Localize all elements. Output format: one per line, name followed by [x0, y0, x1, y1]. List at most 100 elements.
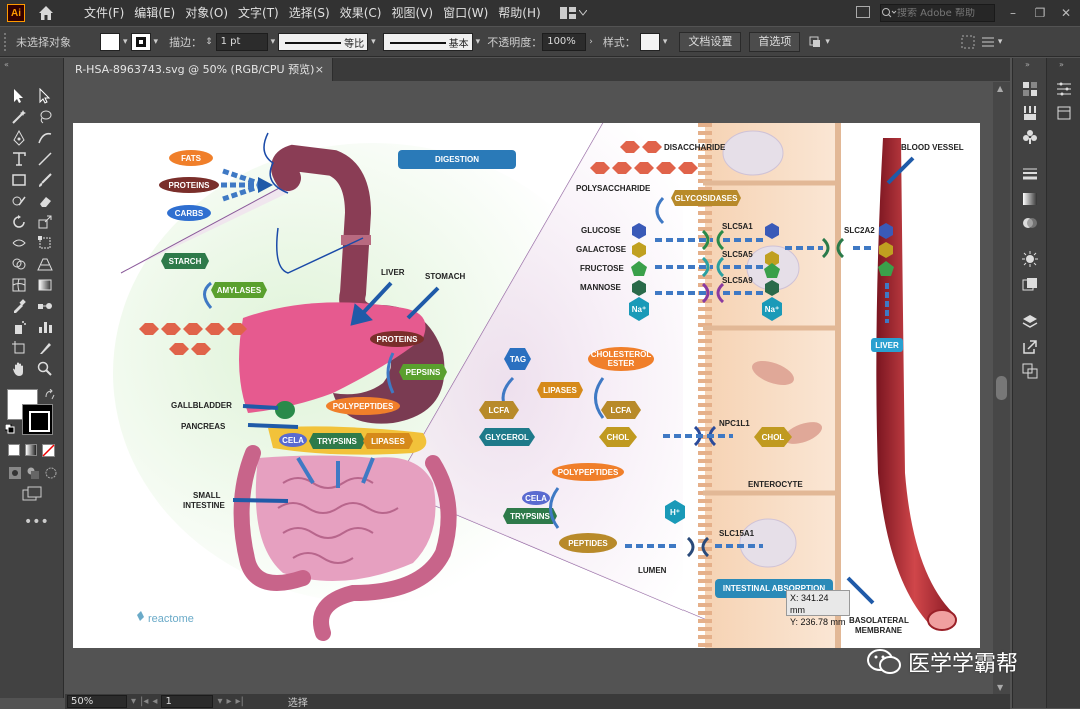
draw-behind-icon[interactable]	[26, 466, 40, 480]
zoom-dropdown-icon[interactable]: ▾	[131, 696, 136, 707]
menu-effect[interactable]: 效果(C)	[335, 0, 387, 26]
libraries-icon[interactable]	[1055, 104, 1073, 122]
scroll-thumb[interactable]	[996, 376, 1007, 400]
canvas-area[interactable]: FATS PROTEINS CARBS DIGESTION STARCH AMY…	[65, 82, 993, 694]
collapse-toolbar-icon[interactable]: «	[4, 60, 9, 69]
preferences-button[interactable]: 首选项	[749, 31, 801, 52]
menu-window[interactable]: 窗口(W)	[438, 0, 493, 26]
column-graph-tool-icon[interactable]	[34, 317, 56, 337]
stroke-weight-input[interactable]: 1 pt	[215, 32, 268, 51]
slice-tool-icon[interactable]	[34, 338, 56, 358]
brush-dropdown-icon[interactable]: ▾	[476, 37, 481, 47]
close-tab-icon[interactable]: ×	[315, 58, 324, 81]
line-tool-icon[interactable]	[34, 149, 56, 169]
stroke-panel-icon[interactable]	[1021, 164, 1039, 182]
shape-builder-tool-icon[interactable]	[8, 254, 30, 274]
help-search[interactable]	[880, 4, 995, 22]
gradient-mode-icon[interactable]	[25, 444, 37, 456]
type-tool-icon[interactable]	[8, 149, 30, 169]
draw-normal-icon[interactable]	[8, 466, 22, 480]
last-artboard-icon[interactable]: ▸|	[236, 696, 244, 707]
next-artboard-icon[interactable]: ▸	[226, 696, 231, 707]
maximize-button[interactable]: ❐	[1030, 4, 1050, 22]
stroke-color-swatch[interactable]	[130, 32, 151, 51]
free-transform-tool-icon[interactable]	[34, 233, 56, 253]
artboard-dropdown-icon[interactable]: ▾	[217, 696, 222, 707]
first-artboard-icon[interactable]: |◂	[140, 696, 148, 707]
edit-toolbar-icon[interactable]: •••	[24, 514, 49, 530]
artboard-tool-icon[interactable]	[8, 338, 30, 358]
gradient-tool-icon[interactable]	[34, 275, 56, 295]
mesh-tool-icon[interactable]	[8, 275, 30, 295]
stroke-weight-dropdown-icon[interactable]: ▾	[271, 37, 276, 47]
export-icon[interactable]	[1021, 338, 1039, 356]
previous-artboard-icon[interactable]: ◂	[152, 696, 157, 707]
scroll-up-icon[interactable]: ▲	[997, 84, 1003, 93]
stroke-weight-stepper-icon[interactable]: ⇕	[205, 37, 213, 47]
panel-grip[interactable]	[4, 32, 10, 51]
perspective-grid-tool-icon[interactable]	[34, 254, 56, 274]
close-button[interactable]: ✕	[1056, 4, 1076, 22]
selection-tool-icon[interactable]	[8, 86, 30, 106]
menu-object[interactable]: 对象(O)	[180, 0, 233, 26]
panel-menu-dropdown-icon[interactable]: ▾	[998, 37, 1003, 47]
zoom-tool-icon[interactable]	[34, 359, 56, 379]
search-input[interactable]	[897, 7, 987, 19]
properties-icon[interactable]	[1055, 80, 1073, 98]
default-colors-icon[interactable]	[5, 424, 15, 434]
color-guide-icon[interactable]	[1021, 80, 1039, 98]
eraser-tool-icon[interactable]	[34, 191, 56, 211]
vertical-scrollbar[interactable]: ▲ ▼	[993, 82, 1010, 694]
menu-view[interactable]: 视图(V)	[386, 0, 438, 26]
eyedropper-tool-icon[interactable]	[8, 296, 30, 316]
gradient-panel-icon[interactable]	[1021, 190, 1039, 208]
menu-type[interactable]: 文字(T)	[233, 0, 284, 26]
zoom-level-input[interactable]: 50%	[67, 695, 127, 708]
hand-tool-icon[interactable]	[8, 359, 30, 379]
screen-mode-icon[interactable]	[22, 486, 42, 502]
opacity-label[interactable]: 不透明度：	[487, 34, 542, 50]
minimize-button[interactable]: –	[1003, 4, 1023, 22]
profile-dropdown-icon[interactable]: ▾	[371, 37, 376, 47]
symbols-icon[interactable]	[1021, 128, 1039, 146]
opacity-input[interactable]: 100%	[542, 32, 587, 51]
fill-color-swatch[interactable]	[100, 32, 120, 51]
color-mode-icon[interactable]	[8, 444, 20, 456]
stroke-dropdown-icon[interactable]: ▾	[154, 37, 159, 47]
magic-wand-tool-icon[interactable]	[8, 107, 30, 127]
illustrator-logo-icon[interactable]: Ai	[7, 4, 25, 22]
brushes-icon[interactable]	[1021, 104, 1039, 122]
brush-definition[interactable]: 基本	[382, 32, 473, 51]
variable-width-profile[interactable]: 等比	[278, 32, 369, 51]
scroll-down-icon[interactable]: ▼	[997, 683, 1003, 692]
pen-tool-icon[interactable]	[8, 128, 30, 148]
rectangle-tool-icon[interactable]	[8, 170, 30, 190]
fill-dropdown-icon[interactable]: ▾	[123, 37, 128, 47]
home-icon[interactable]	[37, 4, 55, 22]
direct-selection-tool-icon[interactable]	[34, 86, 56, 106]
menu-help[interactable]: 帮助(H)	[493, 0, 545, 26]
artboard-number-input[interactable]: 1	[161, 695, 214, 708]
swap-colors-icon[interactable]	[44, 389, 56, 401]
blend-tool-icon[interactable]	[34, 296, 56, 316]
menu-file[interactable]: 文件(F)	[79, 0, 129, 26]
paintbrush-tool-icon[interactable]	[34, 170, 56, 190]
rotate-tool-icon[interactable]	[8, 212, 30, 232]
menu-select[interactable]: 选择(S)	[284, 0, 335, 26]
stroke-color-swatch[interactable]	[22, 404, 53, 435]
document-tab[interactable]: R-HSA-8963743.svg @ 50% (RGB/CPU 预览) ×	[65, 58, 333, 81]
width-tool-icon[interactable]	[8, 233, 30, 253]
graphic-styles-icon[interactable]	[1021, 276, 1039, 294]
workspace-switcher[interactable]	[559, 7, 587, 19]
draw-inside-icon[interactable]	[44, 466, 58, 480]
lasso-tool-icon[interactable]	[34, 107, 56, 127]
document-setup-button[interactable]: 文档设置	[679, 31, 742, 52]
none-mode-icon[interactable]	[42, 444, 55, 457]
collapse-dock-icon[interactable]: »	[1025, 60, 1030, 69]
layers-icon[interactable]	[1021, 312, 1039, 330]
artboard[interactable]: FATS PROTEINS CARBS DIGESTION STARCH AMY…	[73, 123, 980, 648]
transform-icon[interactable]	[961, 35, 975, 49]
graphic-style-swatch[interactable]	[639, 32, 660, 51]
style-dropdown-icon[interactable]: ▾	[663, 37, 668, 47]
scale-tool-icon[interactable]	[34, 212, 56, 232]
